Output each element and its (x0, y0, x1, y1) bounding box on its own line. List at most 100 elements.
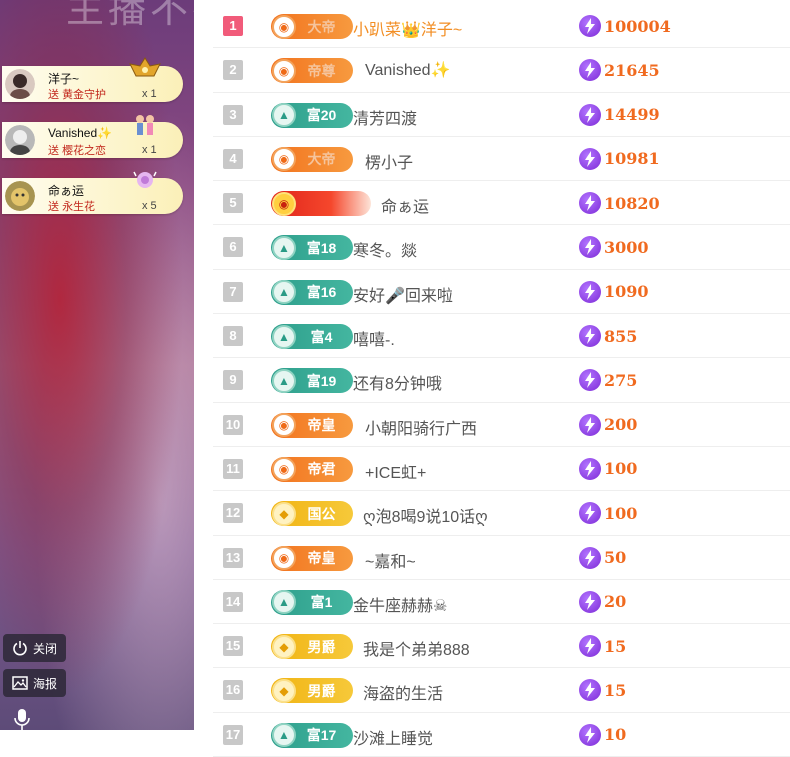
level-badge: ◉ 帝皇 (271, 412, 353, 438)
lightning-icon (579, 679, 601, 702)
close-button[interactable]: 关闭 (3, 634, 67, 662)
lightning-icon (579, 103, 601, 126)
lightning-icon (579, 635, 601, 658)
badge-emblem-icon: ▲ (272, 324, 296, 349)
ranking-username[interactable]: 嘻嘻-. (353, 326, 395, 350)
rank-number: 16 (223, 680, 243, 701)
badge-emblem-icon: ◉ (272, 191, 296, 216)
badge-label: 富19 (306, 372, 337, 389)
ranking-row[interactable]: 2 ◉ 帝尊 Vanished✨ 21645 (213, 48, 790, 93)
ranking-username[interactable]: 海盗的生活 (363, 680, 443, 704)
badge-label: 大帝 (307, 18, 336, 35)
badge-emblem-icon: ◆ (272, 501, 296, 526)
ranking-username[interactable]: 寒冬。燚 (353, 237, 417, 261)
level-badge: ◉ 大帝 (271, 14, 353, 39)
avatar (5, 125, 35, 155)
ranking-username[interactable]: 小趴菜👑洋子~ (353, 16, 462, 40)
ranking-row[interactable]: 12 ◆ 国公 ღ泡8喝9说10话ღ 100 (213, 491, 790, 536)
badge-emblem-icon: ◉ (272, 413, 296, 438)
level-badge: ◉ 大帝 (271, 146, 353, 172)
points-cell: 100 (579, 457, 637, 480)
rank-number: 6 (223, 237, 243, 258)
points-value: 15 (604, 636, 627, 656)
points-cell: 1090 (579, 280, 649, 303)
ranking-username[interactable]: ღ泡8喝9说10话ღ (363, 503, 488, 527)
points-value: 50 (604, 548, 627, 568)
badge-label: 帝皇 (307, 417, 336, 434)
badge-label: 富20 (306, 107, 337, 124)
microphone-icon[interactable] (12, 708, 32, 730)
points-value: 21645 (604, 60, 660, 80)
ranking-row[interactable]: 8 ▲ 富4 嘻嘻-. 855 (213, 314, 790, 359)
level-badge: ▲ 富17 (271, 722, 353, 748)
points-value: 10981 (604, 149, 660, 169)
badge-emblem-icon: ◉ (272, 58, 296, 83)
gift-sender-name: 洋子~ (48, 72, 80, 86)
lightning-icon (579, 413, 601, 436)
golden-guard-icon (128, 56, 162, 86)
rank-number: 4 (223, 148, 243, 169)
image-icon (12, 676, 28, 690)
ranking-row[interactable]: 17 ▲ 富17 沙滩上睡觉 10 (213, 713, 790, 757)
poster-button[interactable]: 海报 (3, 669, 67, 697)
level-badge: ◉ 帝皇 (271, 545, 353, 571)
points-value: 200 (604, 415, 638, 435)
close-label: 关闭 (33, 641, 58, 656)
points-value: 10 (604, 725, 627, 745)
badge-label: 富18 (306, 239, 337, 256)
gift-count: x 5 (142, 200, 157, 212)
stream-overlay-text: 主播不在 (66, 0, 194, 31)
ranking-username[interactable]: 金牛座赫赫☠ (353, 592, 447, 616)
badge-emblem-icon: ◆ (272, 678, 296, 703)
points-value: 3000 (604, 237, 649, 257)
stream-preview-panel: 主播不在 洋子~ 送 黄金守护 x 1 Vanished✨ 送 樱花之恋 x 1… (0, 0, 194, 730)
badge-emblem-icon: ◆ (272, 634, 296, 659)
badge-emblem-icon: ◉ (272, 14, 296, 39)
ranking-username[interactable]: +ICE虹+ (365, 459, 426, 483)
ranking-row[interactable]: 13 ◉ 帝皇 ~嘉和~ 50 (213, 536, 790, 580)
ranking-row[interactable]: 16 ◆ 男爵 海盗的生活 15 (213, 668, 790, 713)
rank-number: 10 (223, 414, 243, 435)
ranking-row[interactable]: 1 ◉ 大帝 小趴菜👑洋子~ 100004 (213, 4, 790, 49)
ranking-username[interactable]: 楞小子 (365, 149, 413, 173)
ranking-username[interactable]: 小朝阳骑行广西 (365, 415, 477, 439)
points-value: 100004 (604, 16, 671, 36)
ranking-username[interactable]: Vanished✨ (365, 60, 450, 80)
ranking-row[interactable]: 15 ◆ 男爵 我是个弟弟888 15 (213, 624, 790, 669)
points-cell: 50 (579, 546, 627, 569)
ranking-username[interactable]: 清芳四渡 (353, 105, 417, 129)
points-cell: 14499 (579, 103, 660, 126)
points-value: 275 (604, 370, 638, 390)
lightning-icon (579, 59, 601, 82)
ranking-row[interactable]: 5 ◉ 命ぁ运 10820 (213, 181, 790, 226)
ranking-username[interactable]: 还有8分钟哦 (353, 370, 442, 394)
ranking-username[interactable]: 命ぁ运 (381, 193, 429, 217)
gift-line: 送 黄金守护 (48, 89, 107, 101)
ranking-row[interactable]: 3 ▲ 富20 清芳四渡 14499 (213, 93, 790, 137)
ranking-row[interactable]: 10 ◉ 帝皇 小朝阳骑行广西 200 (213, 403, 790, 447)
level-badge: ◆ 男爵 (271, 678, 353, 704)
badge-emblem-icon: ▲ (272, 723, 296, 748)
ranking-list: 1 ◉ 大帝 小趴菜👑洋子~ 100004 2 ◉ 帝尊 Vanished✨ 21645 3 ▲ 富20… (213, 4, 790, 757)
ranking-username[interactable]: ~嘉和~ (365, 548, 416, 572)
points-value: 100 (604, 503, 638, 523)
points-value: 14499 (604, 105, 660, 125)
rank-number: 11 (223, 458, 243, 479)
ranking-username[interactable]: 我是个弟弟888 (363, 636, 470, 660)
level-badge: ▲ 富18 (271, 235, 353, 261)
ranking-row[interactable]: 7 ▲ 富16 安好🎤回来啦 1090 (213, 270, 790, 315)
badge-label: 国公 (307, 505, 336, 522)
rank-number: 15 (223, 636, 243, 657)
points-cell: 10981 (579, 147, 660, 170)
lightning-icon (579, 502, 601, 525)
ranking-username[interactable]: 沙滩上睡觉 (353, 725, 433, 749)
ranking-row[interactable]: 14 ▲ 富1 金牛座赫赫☠ 20 (213, 580, 790, 625)
ranking-row[interactable]: 6 ▲ 富18 寒冬。燚 3000 (213, 225, 790, 270)
gift-line: 送 永生花 (48, 201, 96, 213)
ranking-row[interactable]: 11 ◉ 帝君 +ICE虹+ 100 (213, 447, 790, 492)
level-badge: ▲ 富20 (271, 102, 353, 128)
rank-number: 17 (223, 724, 243, 745)
ranking-row[interactable]: 4 ◉ 大帝 楞小子 10981 (213, 137, 790, 182)
ranking-row[interactable]: 9 ▲ 富19 还有8分钟哦 275 (213, 358, 790, 403)
ranking-username[interactable]: 安好🎤回来啦 (353, 282, 453, 306)
